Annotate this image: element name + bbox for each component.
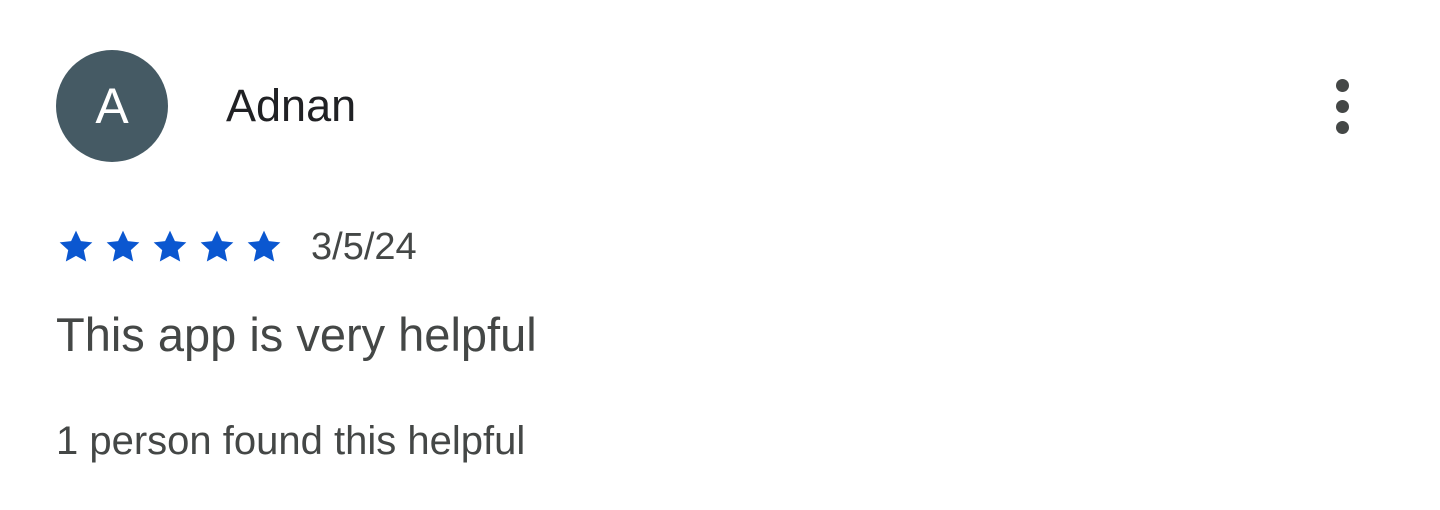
star-icon bbox=[56, 227, 96, 267]
star-icon bbox=[244, 227, 284, 267]
star-icon bbox=[150, 227, 190, 267]
more-options-button[interactable] bbox=[1316, 72, 1368, 140]
more-vert-icon-dot bbox=[1335, 99, 1349, 113]
review-text: This app is very helpful bbox=[56, 308, 537, 361]
more-vert-icon-dot bbox=[1335, 120, 1349, 134]
more-vert-icon bbox=[1335, 78, 1349, 92]
rating-row: 3/5/24 bbox=[56, 222, 417, 272]
star-rating bbox=[56, 227, 291, 267]
star-icon bbox=[103, 227, 143, 267]
avatar-letter: A bbox=[95, 78, 129, 134]
helpful-count: 1 person found this helpful bbox=[56, 419, 526, 463]
review-author-name: Adnan bbox=[226, 80, 357, 131]
star-icon bbox=[197, 227, 237, 267]
avatar: A bbox=[56, 50, 168, 162]
review-date: 3/5/24 bbox=[311, 226, 417, 268]
